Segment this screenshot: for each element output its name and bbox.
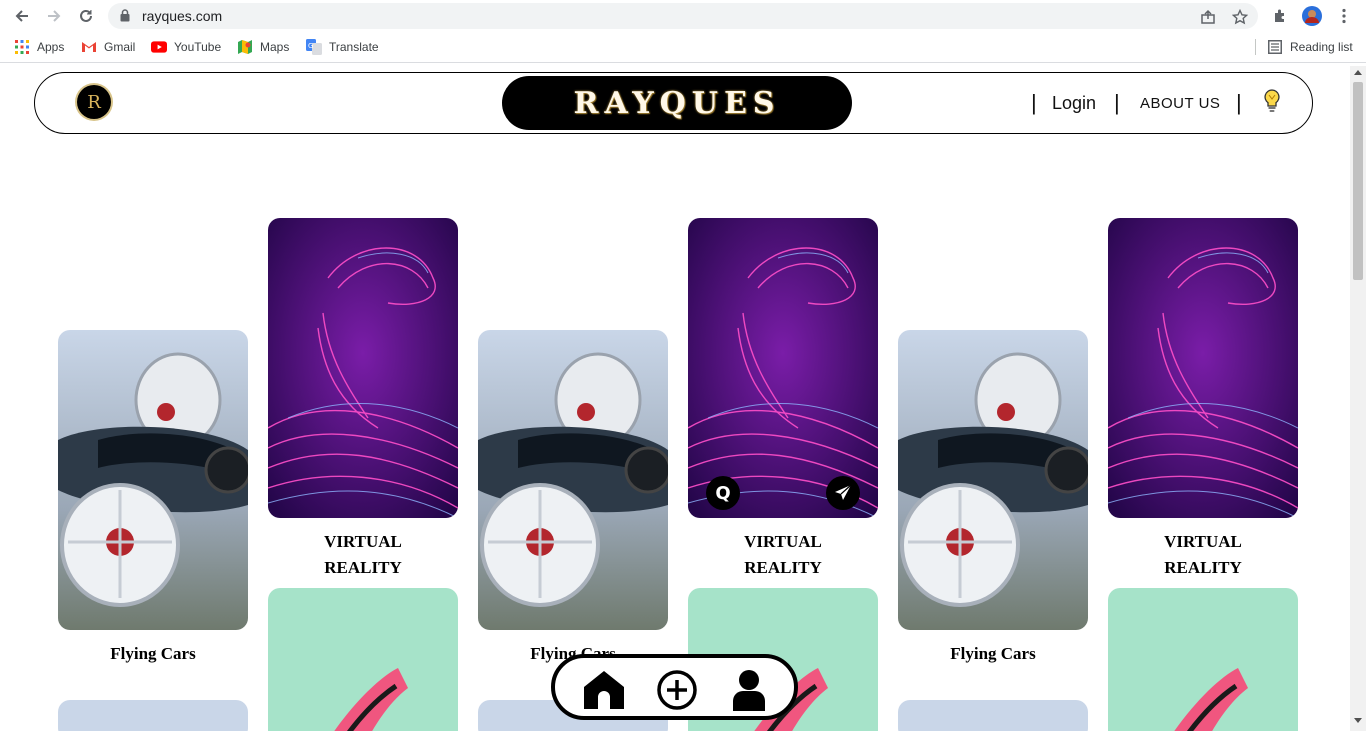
bookmark-maps[interactable]: Maps — [237, 39, 289, 55]
flying-car-card[interactable] — [478, 330, 668, 630]
flying-car-image — [58, 330, 248, 630]
lightbulb-icon[interactable] — [1261, 88, 1283, 114]
flying-car-card[interactable] — [58, 330, 248, 630]
pipe-text: | — [1236, 90, 1242, 115]
site-header: R RAYQUES | Login | ABOUT US | — [34, 72, 1313, 134]
send-icon[interactable] — [826, 476, 860, 510]
maps-icon — [237, 39, 253, 55]
flying-car-card[interactable] — [898, 700, 1088, 731]
page-scrollbar[interactable] — [1350, 66, 1366, 731]
caption-line: VIRTUAL — [324, 532, 402, 551]
profile-avatar[interactable] — [1300, 4, 1324, 28]
profile-icon[interactable] — [727, 668, 771, 712]
forward-icon[interactable] — [42, 4, 66, 28]
reading-list-label: Reading list — [1290, 40, 1353, 54]
address-bar[interactable]: rayques.com — [108, 3, 1258, 29]
svg-text:G: G — [308, 42, 313, 50]
nav-separator: | — [1236, 90, 1242, 116]
quiz-icon[interactable]: Q — [706, 476, 740, 510]
flying-car-image — [898, 330, 1088, 630]
reading-list-icon — [1267, 39, 1283, 55]
quiz-letter: Q — [715, 482, 731, 504]
bookmark-youtube[interactable]: YouTube — [151, 39, 221, 55]
star-icon[interactable] — [1230, 7, 1250, 27]
nav-separator: | — [1114, 90, 1120, 116]
bookmark-gmail[interactable]: Gmail — [81, 39, 135, 55]
logo-letter: R — [87, 91, 101, 113]
gmail-icon — [81, 39, 97, 55]
flying-car-image — [58, 700, 248, 731]
more-menu-icon[interactable] — [1332, 4, 1356, 28]
bookmark-label: Gmail — [104, 40, 136, 54]
bookmark-label: Translate — [329, 40, 379, 54]
card-caption: VIRTUAL REALITY — [1108, 529, 1298, 581]
share-icon[interactable] — [1198, 7, 1218, 27]
site-logo[interactable]: R — [77, 85, 111, 119]
about-us-link[interactable]: ABOUT US — [1140, 90, 1220, 116]
flying-car-card[interactable] — [898, 330, 1088, 630]
lock-icon — [120, 9, 130, 27]
vr-card[interactable] — [268, 218, 458, 518]
card-caption: Flying Cars — [110, 644, 196, 663]
brand-title[interactable]: RAYQUES — [502, 76, 852, 130]
vr-card[interactable]: Q — [688, 218, 878, 518]
card-caption: Flying Cars — [950, 644, 1036, 663]
bookmark-apps[interactable]: Apps — [14, 39, 64, 55]
vr-image — [1108, 218, 1298, 518]
scrollbar-thumb[interactable] — [1353, 82, 1363, 280]
bookmarks-bar: Apps Gmail YouTube Maps G Translate Read… — [0, 32, 1366, 63]
youtube-icon — [151, 39, 167, 55]
nav-separator: | — [1031, 90, 1037, 116]
vr-card[interactable] — [1108, 218, 1298, 518]
reading-list-button[interactable]: Reading list — [1267, 39, 1353, 55]
url-text: rayques.com — [142, 8, 223, 24]
flying-car-image — [898, 700, 1088, 731]
bookmark-label: YouTube — [174, 40, 222, 54]
vr-image — [688, 218, 878, 518]
home-icon[interactable] — [582, 668, 626, 712]
vr-image — [268, 218, 458, 518]
scroll-down-icon[interactable] — [1354, 718, 1362, 723]
heel-image — [1108, 588, 1298, 731]
heel-image — [268, 588, 458, 731]
card-caption: VIRTUAL REALITY — [268, 529, 458, 581]
extensions-icon[interactable] — [1268, 4, 1292, 28]
back-icon[interactable] — [10, 4, 34, 28]
bookmark-label: Apps — [37, 40, 65, 54]
caption-line: VIRTUAL — [744, 532, 822, 551]
login-link[interactable]: Login — [1052, 90, 1096, 116]
about-label: ABOUT US — [1140, 94, 1221, 112]
add-icon[interactable] — [655, 668, 699, 712]
caption-line: REALITY — [1164, 558, 1242, 577]
caption-line: REALITY — [324, 558, 402, 577]
flying-car-card[interactable] — [58, 700, 248, 731]
caption-line: VIRTUAL — [1164, 532, 1242, 551]
pipe-text: | — [1031, 90, 1037, 115]
login-label: Login — [1052, 92, 1097, 113]
caption-line: REALITY — [744, 558, 822, 577]
apps-grid-icon — [14, 39, 30, 55]
bottom-nav — [551, 654, 798, 720]
bookmark-label: Maps — [260, 40, 290, 54]
bookmark-translate[interactable]: G Translate — [306, 39, 379, 55]
translate-icon: G — [306, 39, 322, 55]
pipe-text: | — [1114, 90, 1120, 115]
flying-car-image — [478, 330, 668, 630]
card-caption: VIRTUAL REALITY — [688, 529, 878, 581]
page-viewport: R RAYQUES | Login | ABOUT US | Flying Ca… — [0, 66, 1350, 731]
reload-icon[interactable] — [74, 4, 98, 28]
scroll-up-icon[interactable] — [1354, 70, 1362, 75]
heel-card[interactable] — [1108, 588, 1298, 731]
heel-card[interactable] — [268, 588, 458, 731]
brand-text: RAYQUES — [573, 85, 781, 121]
browser-toolbar: rayques.com — [0, 0, 1366, 32]
bookmarks-divider — [1255, 39, 1256, 55]
